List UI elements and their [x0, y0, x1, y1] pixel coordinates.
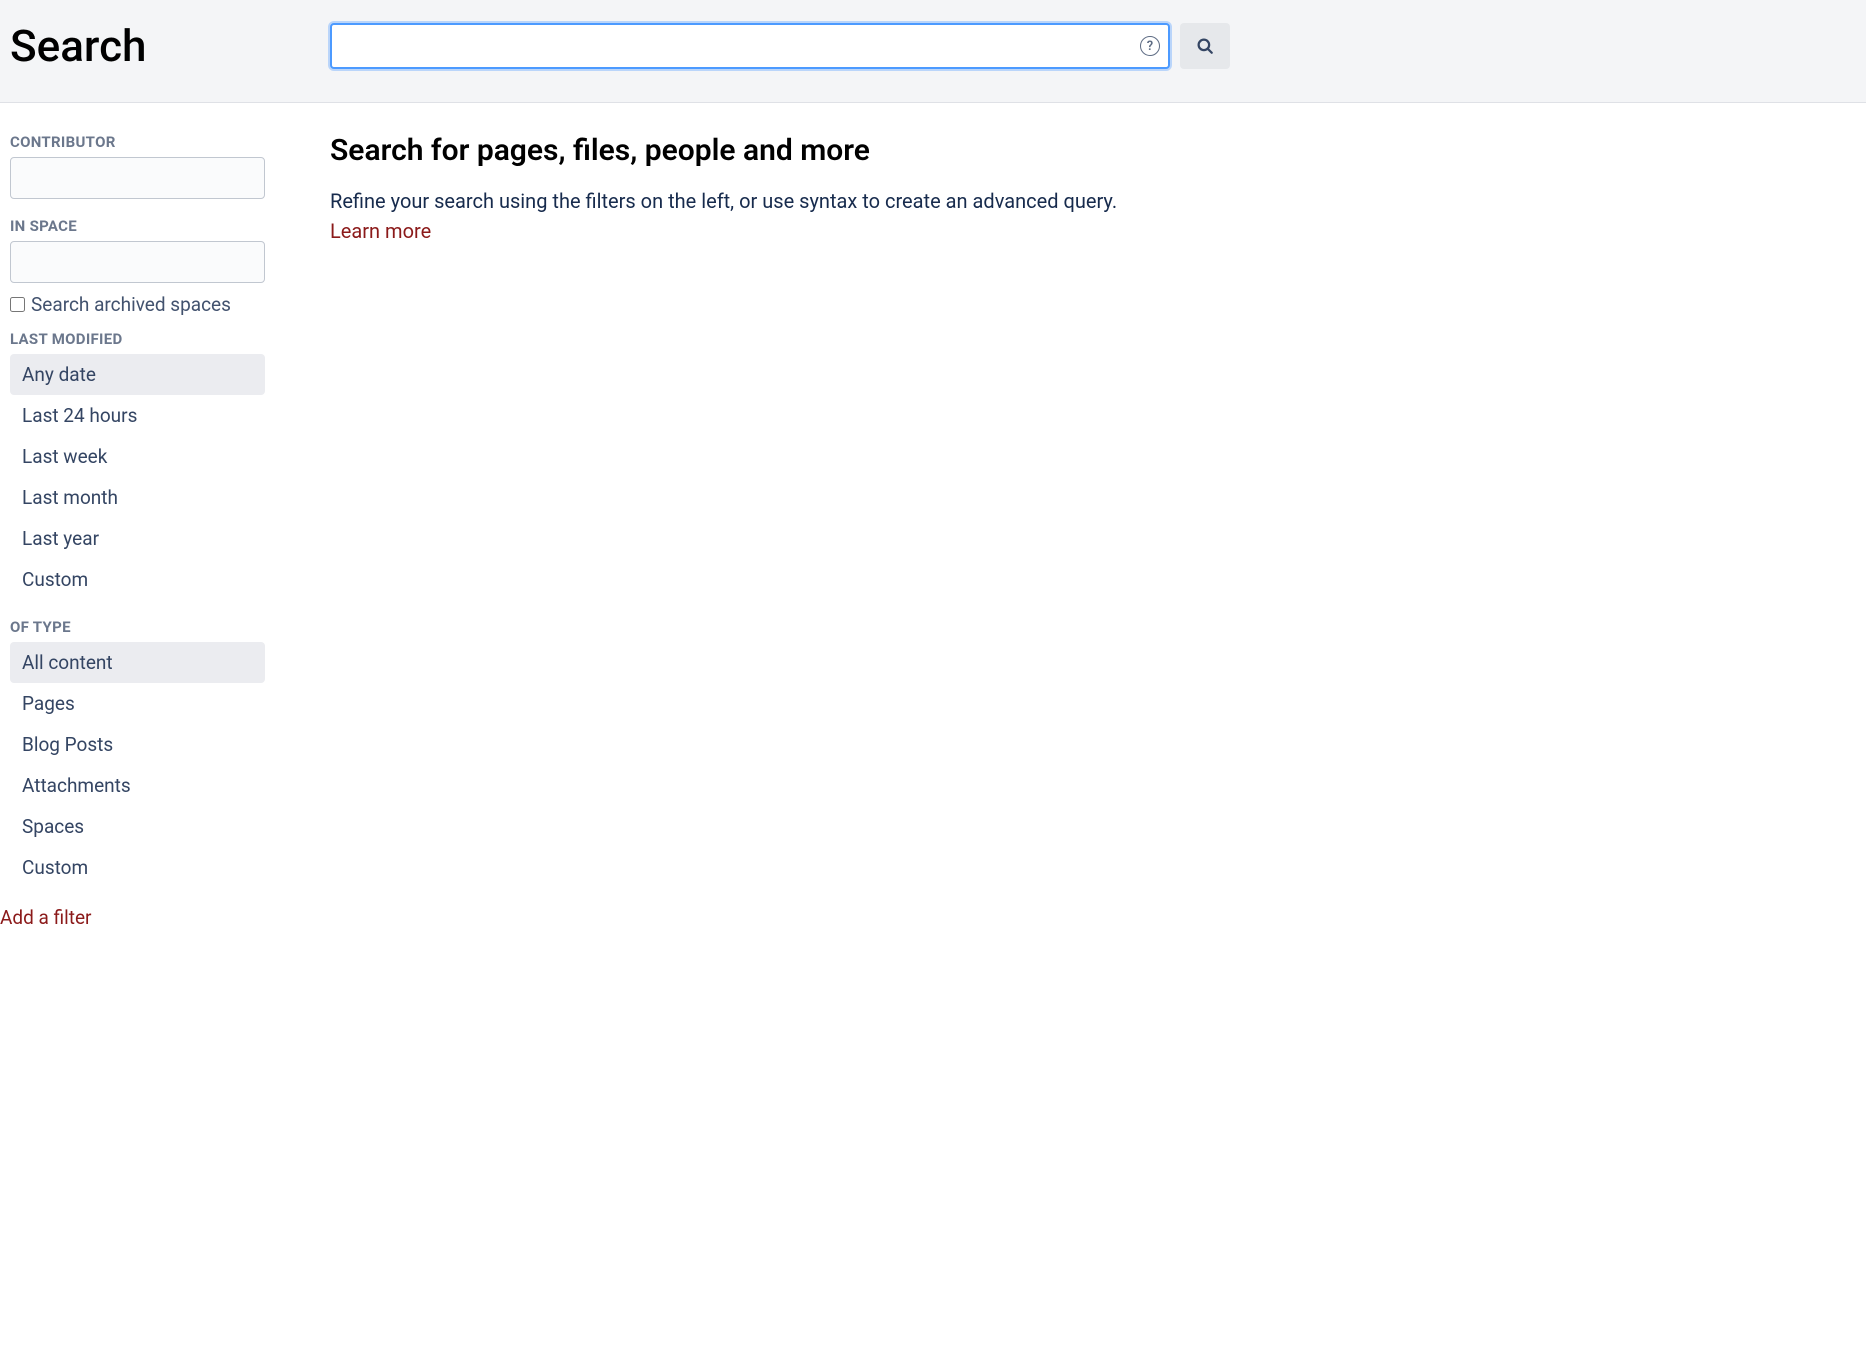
last-modified-option-any-date[interactable]: Any date [10, 354, 265, 395]
space-label: IN SPACE [10, 217, 270, 235]
contributor-label: CONTRIBUTOR [10, 133, 270, 151]
main-heading: Search for pages, files, people and more [330, 133, 1846, 168]
learn-more-link[interactable]: Learn more [330, 216, 431, 246]
contributor-input[interactable] [10, 157, 265, 199]
search-icon [1196, 37, 1214, 55]
type-label: OF TYPE [10, 618, 270, 636]
last-modified-option-last-24-hours[interactable]: Last 24 hours [10, 395, 265, 436]
type-option-attachments[interactable]: Attachments [10, 765, 265, 806]
type-option-all-content[interactable]: All content [10, 642, 265, 683]
main-subtext-text: Refine your search using the filters on … [330, 189, 1117, 213]
last-modified-list: Any dateLast 24 hoursLast weekLast month… [10, 354, 270, 600]
search-button[interactable] [1180, 23, 1230, 69]
main-subtext: Refine your search using the filters on … [330, 186, 1846, 246]
help-icon[interactable]: ? [1140, 36, 1160, 56]
search-input[interactable] [330, 23, 1170, 69]
archived-checkbox[interactable] [10, 297, 25, 312]
main-panel: Search for pages, files, people and more… [270, 103, 1866, 949]
last-modified-label: LAST MODIFIED [10, 330, 270, 348]
type-list: All contentPagesBlog PostsAttachmentsSpa… [10, 642, 270, 888]
filter-sidebar: CONTRIBUTOR IN SPACE Search archived spa… [0, 103, 270, 949]
type-option-custom[interactable]: Custom [10, 847, 265, 888]
search-bar: ? [330, 23, 1230, 69]
space-input[interactable] [10, 241, 265, 283]
page-title: Search [10, 20, 330, 72]
last-modified-option-last-year[interactable]: Last year [10, 518, 265, 559]
archived-label[interactable]: Search archived spaces [31, 293, 231, 316]
type-option-pages[interactable]: Pages [10, 683, 265, 724]
search-input-container: ? [330, 23, 1170, 69]
archived-checkbox-row: Search archived spaces [10, 293, 270, 316]
type-option-spaces[interactable]: Spaces [10, 806, 265, 847]
content-area: CONTRIBUTOR IN SPACE Search archived spa… [0, 103, 1866, 949]
header-bar: Search ? [0, 0, 1866, 103]
type-option-blog-posts[interactable]: Blog Posts [10, 724, 265, 765]
last-modified-option-last-month[interactable]: Last month [10, 477, 265, 518]
last-modified-option-last-week[interactable]: Last week [10, 436, 265, 477]
add-filter-link[interactable]: Add a filter [0, 906, 91, 929]
last-modified-option-custom[interactable]: Custom [10, 559, 265, 600]
